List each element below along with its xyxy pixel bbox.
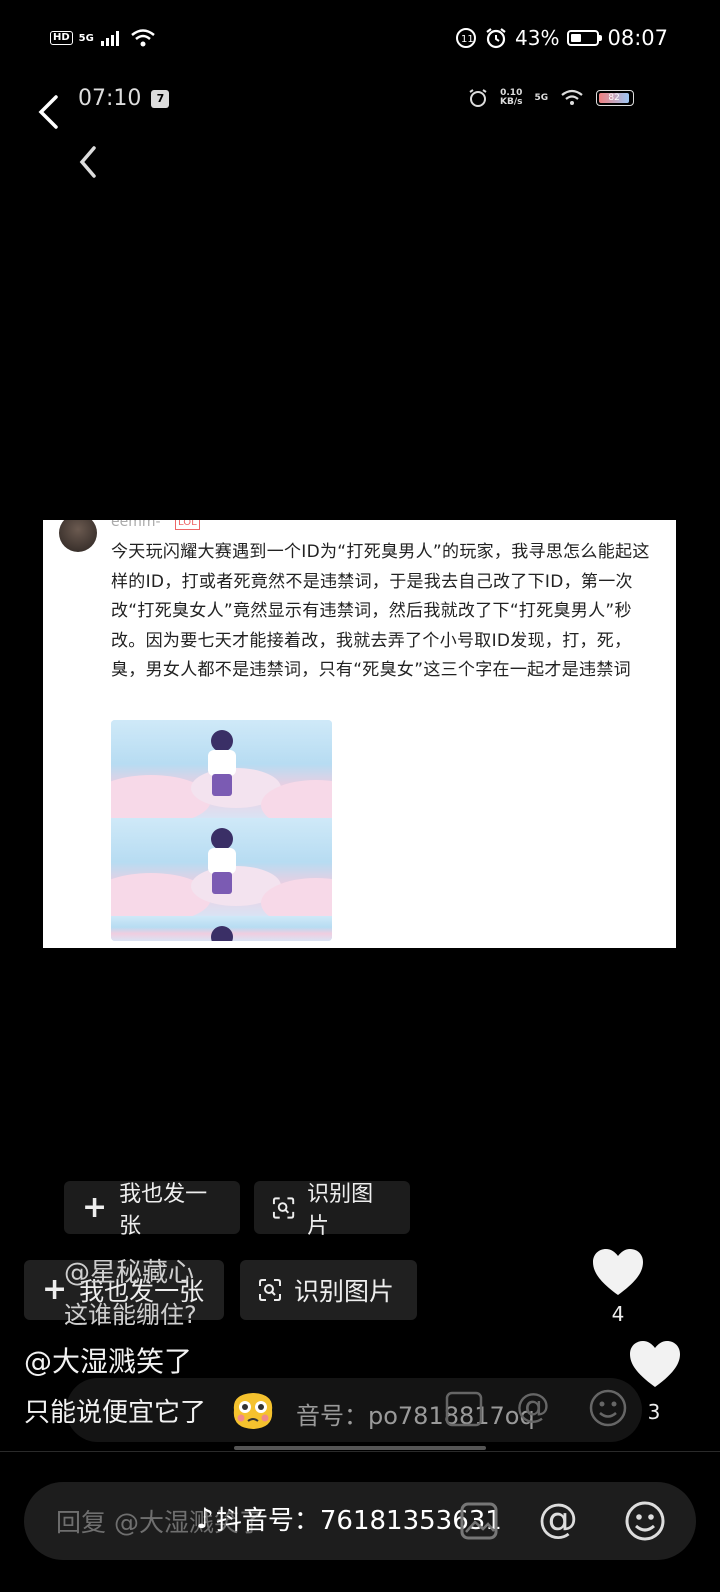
data-saver-icon: 11	[456, 28, 477, 48]
post-image	[111, 720, 332, 941]
wifi-icon	[131, 29, 155, 47]
ghost-emoji-icon	[589, 1389, 627, 1427]
post-one-label: 我也发一张	[119, 1181, 208, 1239]
calendar-icon: 7	[151, 89, 170, 108]
network-type: 5G	[78, 32, 94, 44]
inner-battery-level: 82	[599, 93, 630, 103]
inner-alarm-icon	[469, 89, 487, 107]
douyin-watermark: ♪ 抖音号：76181353631	[196, 1500, 502, 1537]
douyin-logo-icon: ♪	[196, 1502, 214, 1535]
ghost-image-icon	[445, 1391, 483, 1427]
inner-back-icon[interactable]	[72, 144, 108, 180]
user-tag: LOL	[175, 520, 200, 530]
ghost-at-icon: @	[516, 1386, 550, 1426]
clock: 08:07	[607, 26, 668, 50]
post-text: 今天玩闪耀大赛遇到一个ID为“打死臭男人”的玩家，我寻思怎么能起这样的ID，打或…	[111, 542, 650, 680]
status-bar-left: HD 5G	[50, 28, 156, 48]
home-indicator	[234, 1446, 486, 1450]
avatar	[59, 520, 97, 552]
plus-icon: +	[82, 1189, 108, 1225]
status-bar-right: 11 43% 08:07	[455, 26, 668, 50]
signal-icon	[100, 31, 119, 46]
inner-battery-icon: 82	[596, 90, 635, 106]
net-speed: 0.10 KB/s	[500, 89, 522, 107]
comment-2-user[interactable]: @大湿溅笑了	[24, 1340, 192, 1380]
ghost-douyin-id: 音号：po7818817oq	[296, 1402, 535, 1430]
comment-1-text: 这谁能绷住?	[64, 1301, 197, 1329]
inner-status-right: 0.10 KB/s 5G 82	[468, 88, 635, 108]
hd-badge: HD	[50, 31, 73, 45]
comment-2-likes: 3	[647, 1400, 661, 1424]
post-screenshot[interactable]: eemm- LOL 今天玩闪耀大赛遇到一个ID为“打死臭男人”的玩家，我寻思怎么…	[43, 520, 676, 948]
recognize-image-button-lower[interactable]: 识别图片	[240, 1260, 417, 1320]
scan-icon	[259, 1279, 281, 1301]
like-heart-icon[interactable]	[591, 1248, 645, 1298]
like-heart-icon[interactable]	[626, 1340, 684, 1390]
comment-1-user[interactable]: @星秘藏心	[64, 1252, 194, 1289]
recognize-label: 识别图片	[307, 1181, 374, 1239]
recognize-image-button-upper[interactable]: 识别图片	[254, 1181, 410, 1239]
inner-net-type: 5G	[534, 92, 549, 103]
inner-status-time: 07:10 7	[78, 86, 170, 111]
battery-icon	[567, 30, 603, 46]
recognize-label: 识别图片	[294, 1277, 395, 1306]
battery-percent: 43%	[515, 26, 560, 50]
image-picker-icon[interactable]	[458, 1500, 500, 1542]
divider	[0, 1451, 720, 1452]
mention-icon[interactable]: @	[538, 1496, 578, 1542]
inner-wifi-icon	[561, 89, 583, 105]
flushed-emoji-icon	[233, 1393, 273, 1429]
net-speed-unit: KB/s	[500, 97, 523, 107]
svg-text:11: 11	[461, 34, 474, 45]
back-icon[interactable]	[32, 94, 68, 130]
comment-2-text: 只能说便宜它了	[24, 1398, 207, 1428]
comment-1-likes: 4	[611, 1302, 625, 1326]
post-username: eemm-	[111, 520, 161, 530]
post-one-button-upper[interactable]: + 我也发一张	[64, 1181, 240, 1239]
inner-clock: 07:10	[78, 86, 142, 111]
alarm-icon	[486, 28, 506, 49]
scan-icon	[272, 1196, 295, 1219]
emoji-icon[interactable]	[624, 1500, 666, 1542]
